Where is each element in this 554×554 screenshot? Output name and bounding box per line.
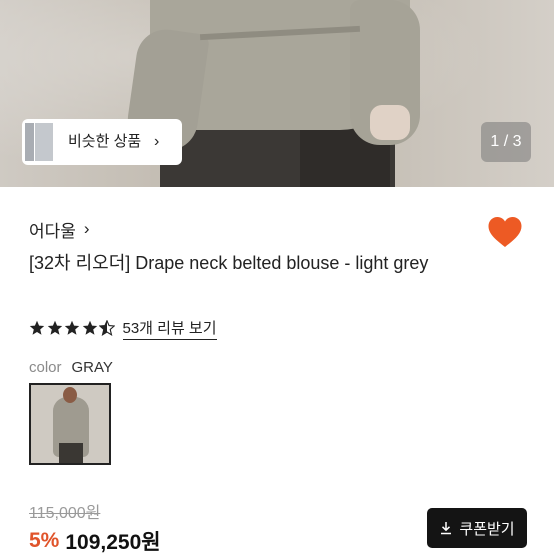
color-swatch-gray[interactable] (29, 383, 111, 465)
image-counter: 1 / 3 (481, 122, 531, 162)
brand-name: 어다울 (29, 221, 76, 241)
brand-link[interactable]: 어다울 › (29, 215, 90, 243)
product-image-carousel[interactable]: 비슷한 상품 › 1 / 3 (0, 0, 554, 187)
color-value: GRAY (71, 358, 113, 376)
original-price: 115,000원 (29, 505, 101, 522)
reviews-link[interactable]: 53개 리뷰 보기 (122, 317, 217, 340)
price-row: 5% 109,250원 (29, 527, 161, 554)
similar-products-thumbnails (24, 121, 58, 163)
rating-row: 53개 리뷰 보기 (29, 315, 217, 341)
chevron-right-icon: › (154, 133, 160, 150)
download-icon (441, 522, 452, 535)
similar-thumbnail (34, 122, 54, 162)
star-full-icon (64, 320, 80, 335)
similar-products-label: 비슷한 상품 (68, 133, 142, 150)
coupon-download-button[interactable]: 쿠폰받기 (427, 508, 527, 548)
star-half-icon (99, 320, 115, 336)
heart-icon[interactable] (487, 215, 523, 249)
sale-price: 109,250원 (65, 531, 161, 554)
star-rating (29, 320, 117, 336)
product-title: [32차 리오더] Drape neck belted blouse - lig… (29, 253, 429, 273)
chevron-right-icon: › (83, 219, 90, 238)
star-full-icon (29, 320, 45, 335)
coupon-label: 쿠폰받기 (459, 520, 515, 538)
swatch-photo-head (63, 387, 77, 403)
product-photo-hand (370, 105, 410, 140)
star-full-icon (82, 320, 97, 335)
discount-rate: 5% (29, 529, 60, 552)
similar-products-button[interactable]: 비슷한 상품 › (22, 119, 182, 165)
star-full-icon (47, 320, 62, 335)
color-label: color (29, 358, 62, 376)
color-option-row: color GRAY (29, 356, 113, 378)
swatch-photo-skirt (59, 443, 83, 463)
